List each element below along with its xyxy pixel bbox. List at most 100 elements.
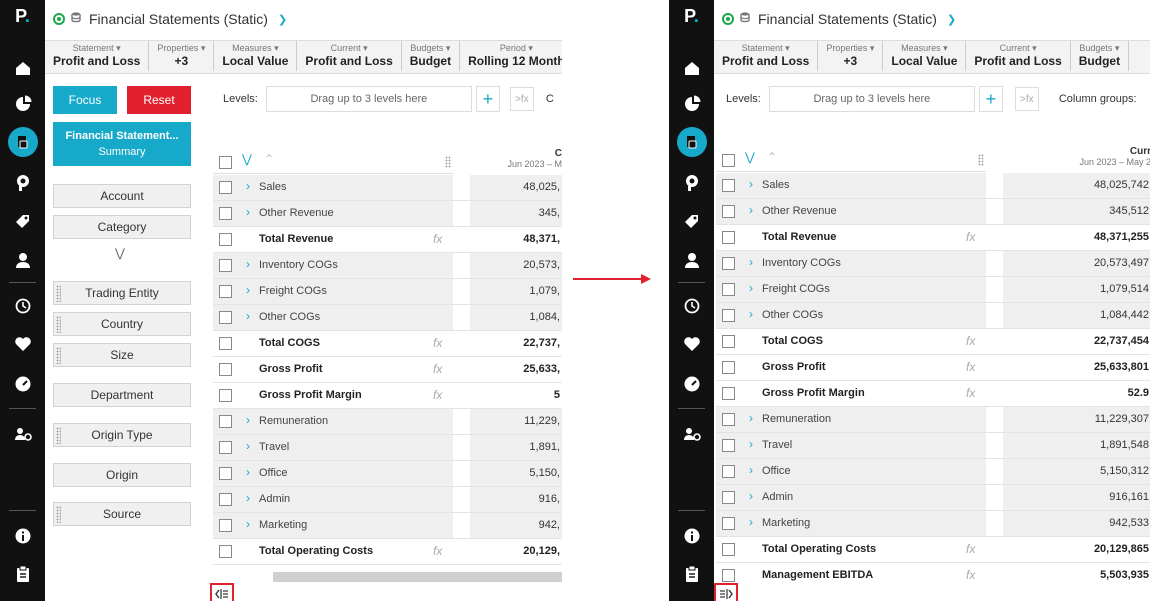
history-icon[interactable] [682,296,702,316]
row-checkbox[interactable] [219,207,232,220]
home-icon[interactable] [13,58,33,78]
drag-handle-icon[interactable] [56,427,61,444]
info-icon[interactable] [13,526,33,546]
title-chevron-down-icon[interactable]: ❯ [947,13,956,26]
horizontal-scrollbar[interactable] [273,572,562,582]
levels-dropzone[interactable]: Drag up to 3 levels here [265,86,472,112]
chevron-right-icon[interactable]: › [246,439,250,453]
expand-all-icon[interactable]: ⋁ [745,150,755,164]
table-row[interactable]: › Office 5,150, [213,461,562,487]
table-row[interactable]: › Remuneration 11,229,307 [716,407,1150,433]
row-checkbox[interactable] [219,233,232,246]
table-row[interactable]: Total COGS fx 22,737,454 [716,329,1150,355]
table-row[interactable]: Total COGS fx 22,737, [213,331,562,357]
filter-current[interactable]: Current ▾ Profit and Loss [297,41,402,71]
table-row[interactable]: Management EBITDA fx 5,503,935 [716,563,1150,586]
table-row[interactable]: › Sales 48,025, [213,175,562,201]
home-icon[interactable] [682,58,702,78]
financial-statements-icon[interactable] [13,132,33,152]
filter-measures[interactable]: Measures ▾ Local Value [214,41,298,71]
financial-statement-summary[interactable]: Financial Statement... Summary [53,122,191,166]
chevron-right-icon[interactable]: › [749,281,753,295]
row-checkbox[interactable] [219,311,232,324]
filter-budgets[interactable]: Budgets ▾ Budget [402,41,461,71]
row-checkbox[interactable] [722,179,735,192]
row-checkbox[interactable] [219,441,232,454]
levels-dropzone[interactable]: Drag up to 3 levels here [768,86,975,112]
collapse-sidebar-button[interactable] [210,583,234,601]
clipboard-icon[interactable] [13,564,33,584]
chevron-right-icon[interactable]: › [246,491,250,505]
row-checkbox[interactable] [722,439,735,452]
table-row[interactable]: › Inventory COGs 20,573, [213,253,562,279]
chevron-right-icon[interactable]: › [749,203,753,217]
row-checkbox[interactable] [219,415,232,428]
chevron-right-icon[interactable]: › [246,309,250,323]
dimension-country[interactable]: Country [53,312,191,336]
row-checkbox[interactable] [722,257,735,270]
table-row[interactable]: › Other COGs 1,084,442 [716,303,1150,329]
select-all-checkbox[interactable] [722,154,735,167]
speedometer-icon[interactable] [13,374,33,394]
app-logo[interactable]: P. [669,6,714,27]
row-checkbox[interactable] [722,309,735,322]
filter-measures[interactable]: Measures ▾ Local Value [883,41,967,71]
table-row[interactable]: › Freight COGs 1,079, [213,279,562,305]
table-row[interactable]: Gross Profit Margin fx 52.9 [716,381,1150,407]
title-chevron-down-icon[interactable]: ❯ [278,13,287,26]
row-checkbox[interactable] [722,335,735,348]
filter-statement[interactable]: Statement ▾ Profit and Loss [45,41,150,71]
filter-period[interactable]: Period ▾ Rolling 12 Month [460,41,562,71]
chevron-right-icon[interactable]: › [246,257,250,271]
table-row[interactable]: › Freight COGs 1,079,514 [716,277,1150,303]
chevron-right-icon[interactable]: › [246,205,250,219]
row-checkbox[interactable] [722,361,735,374]
chevron-right-icon[interactable]: › [749,515,753,529]
row-checkbox[interactable] [219,285,232,298]
table-row[interactable]: › Remuneration 11,229, [213,409,562,435]
filter-budgets[interactable]: Budgets ▾ Budget [1071,41,1130,71]
history-icon[interactable] [13,296,33,316]
financial-statements-icon[interactable] [682,132,702,152]
dimension-source[interactable]: Source [53,502,191,526]
row-checkbox[interactable] [722,543,735,556]
row-checkbox[interactable] [722,205,735,218]
table-row[interactable]: › Sales 48,025,742 [716,173,1150,199]
collapse-all-icon[interactable]: ⌃ [264,152,274,166]
table-row[interactable]: › Marketing 942,533 [716,511,1150,537]
info-icon[interactable] [682,526,702,546]
chevron-right-icon[interactable]: › [246,179,250,193]
row-checkbox[interactable] [722,491,735,504]
value-column-header[interactable]: Curr Jun 2023 – May 2 [1003,146,1150,167]
heart-icon[interactable] [13,334,33,354]
formula-button[interactable]: >fx [1014,87,1039,111]
chevron-right-icon[interactable]: › [749,489,753,503]
tag-icon[interactable] [682,212,702,232]
tag-icon[interactable] [13,212,33,232]
expand-dimensions-icon[interactable]: ⋁ [115,246,125,260]
app-logo[interactable]: P. [0,6,45,27]
speedometer-icon[interactable] [682,374,702,394]
add-level-button[interactable]: + [475,86,500,112]
user-icon[interactable] [13,250,33,270]
chevron-right-icon[interactable]: › [749,463,753,477]
reset-button[interactable]: Reset [127,86,191,114]
add-level-button[interactable]: + [978,86,1003,112]
chevron-right-icon[interactable]: › [749,437,753,451]
formula-button[interactable]: >fx [509,87,534,111]
table-row[interactable]: Total Operating Costs fx 20,129, [213,539,562,565]
chevron-right-icon[interactable]: › [246,517,250,531]
dimension-trading-entity[interactable]: Trading Entity [53,281,191,305]
user-settings-icon[interactable] [13,424,33,444]
expand-all-icon[interactable]: ⋁ [242,152,252,166]
table-row[interactable]: Gross Profit Margin fx 5 [213,383,562,409]
table-row[interactable]: Total Revenue fx 48,371, [213,227,562,253]
row-checkbox[interactable] [219,337,232,350]
user-settings-icon[interactable] [682,424,702,444]
dimension-origin-type[interactable]: Origin Type [53,423,191,447]
analysis-icon[interactable] [682,172,702,192]
user-icon[interactable] [682,250,702,270]
filter-statement[interactable]: Statement ▾ Profit and Loss [714,41,819,71]
row-checkbox[interactable] [219,467,232,480]
row-checkbox[interactable] [219,259,232,272]
